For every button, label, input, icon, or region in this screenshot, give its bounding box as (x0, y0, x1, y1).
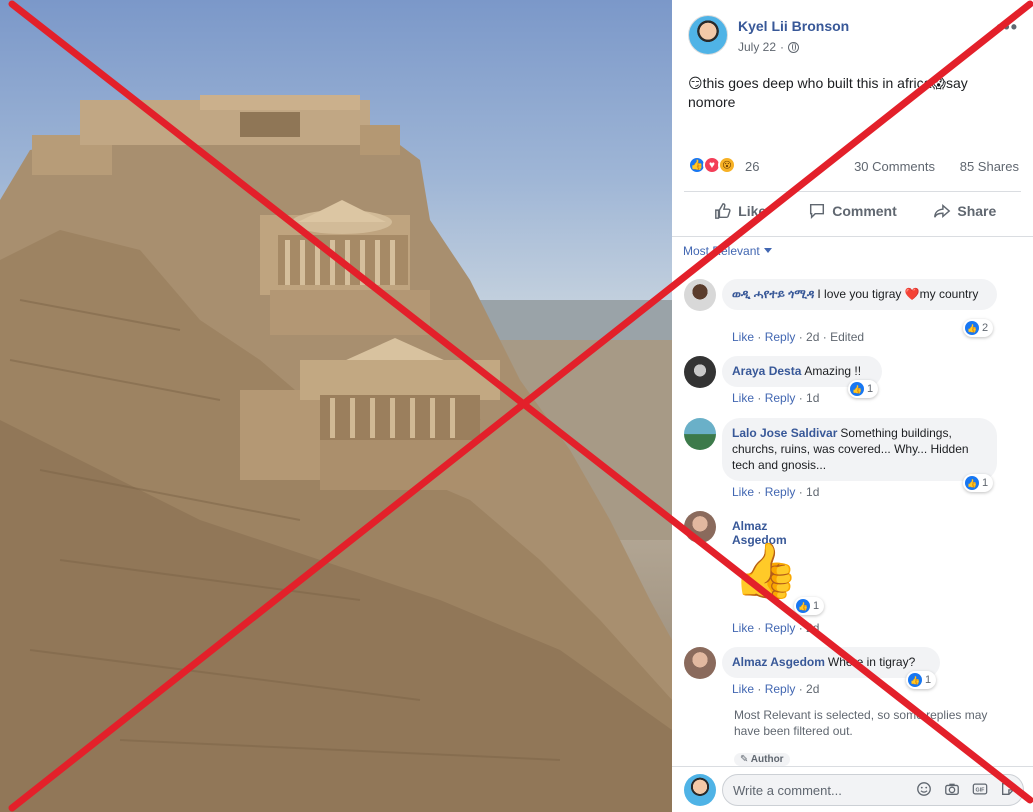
share-button[interactable]: Share (909, 192, 1021, 227)
thumbs-up-sticker[interactable]: 👍 (732, 539, 799, 603)
comment-like-badge[interactable]: 👍 1 (794, 597, 825, 615)
comment-like-link[interactable]: Like (732, 330, 754, 344)
comment-reply-link[interactable]: Reply (765, 485, 796, 499)
comment-time[interactable]: 1d (806, 485, 819, 499)
camera-icon[interactable] (943, 780, 961, 798)
comment-meta: Like · Reply · 1d (732, 391, 820, 405)
comment-like-count: 1 (925, 674, 932, 686)
comments-count[interactable]: 30 Comments (854, 159, 935, 174)
caret-down-icon (763, 248, 772, 253)
sticker-icon[interactable] (999, 780, 1017, 798)
comment-like-count: 1 (867, 383, 874, 395)
post-actions: Like Comment Share (684, 191, 1021, 227)
comment-like-count: 1 (982, 477, 989, 489)
more-options-icon[interactable]: ••• (996, 17, 1018, 38)
wow-reaction-icon: 😮 (718, 156, 736, 174)
comment-like-badge[interactable]: 👍 1 (963, 474, 994, 492)
comment-icon (810, 203, 825, 219)
reaction-icons[interactable]: 👍 ♥ 😮 (688, 156, 736, 174)
comment-text: Amazing !! (804, 364, 862, 378)
comment-edited: Edited (830, 330, 865, 344)
comment-like-link[interactable]: Like (732, 682, 754, 696)
comment-like-badge[interactable]: 👍 2 (963, 319, 994, 337)
comment-reply-link[interactable]: Reply (765, 391, 796, 405)
comment-like-link[interactable]: Like (732, 391, 754, 405)
comment-like-link[interactable]: Like (732, 485, 754, 499)
post-photo[interactable] (0, 0, 672, 812)
comment-reply-link[interactable]: Reply (765, 682, 796, 696)
like-button[interactable]: Like (684, 192, 796, 227)
comment-button[interactable]: Comment (796, 192, 908, 227)
comment-meta: Like · Reply · 2d (732, 682, 820, 696)
comment-like-count: 1 (813, 600, 820, 612)
thumbs-up-icon (715, 202, 731, 219)
comment-time[interactable]: 2d (806, 621, 819, 635)
author-tag: ✎ Author (734, 753, 790, 766)
mini-like-icon: 👍 (908, 673, 922, 687)
viewer-avatar[interactable] (684, 774, 716, 806)
author-tag-label: Author (750, 754, 784, 765)
comments-section[interactable]: Most Relevant ወዲ ሓየተይ ጎሚዳ I love you tigr… (672, 236, 1033, 766)
comment-reply-link[interactable]: Reply (765, 621, 796, 635)
commenter-avatar[interactable] (684, 279, 716, 311)
share-icon (934, 203, 951, 218)
comment-time[interactable]: 2d (806, 682, 819, 696)
globe-icon (788, 41, 800, 53)
svg-text:GIF: GIF (976, 788, 986, 794)
reactions-summary: 👍 ♥ 😮 26 30 Comments 85 Shares (688, 156, 1019, 176)
comment-like-badge[interactable]: 👍 1 (848, 380, 879, 398)
commenter-name[interactable]: Araya Desta (732, 364, 801, 378)
comment-label: Comment (832, 202, 897, 219)
comment-time[interactable]: 2d (806, 330, 819, 344)
comment-bubble: ወዲ ሓየተይ ጎሚዳ I love you tigray ❤️my countr… (722, 279, 997, 310)
comment-reply-link[interactable]: Reply (765, 330, 796, 344)
mini-like-icon: 👍 (965, 476, 979, 490)
shares-count[interactable]: 85 Shares (960, 159, 1019, 174)
comment-meta: Like · Reply · 1d (732, 485, 820, 499)
commenter-avatar[interactable] (684, 418, 716, 450)
like-label: Like (738, 202, 767, 219)
commenter-avatar[interactable] (684, 356, 716, 388)
comment-meta: Like · Reply · 2d (732, 621, 820, 635)
comment-text: I love you tigray ❤️my country (817, 287, 979, 301)
commenter-name[interactable]: ወዲ ሓየተይ ጎሚዳ (732, 287, 814, 301)
comment-like-link[interactable]: Like (732, 621, 754, 635)
gif-icon[interactable]: GIF (971, 780, 989, 798)
sort-dropdown[interactable]: Most Relevant (683, 244, 772, 258)
comment-bubble: Lalo Jose Saldivar Something buildings, c… (722, 418, 997, 481)
author-name[interactable]: Kyel Lii Bronson (738, 18, 849, 34)
post-date-text[interactable]: July 22 (738, 40, 776, 54)
post-header: Kyel Lii Bronson July 22 · ••• (688, 15, 1018, 55)
emoji-icon[interactable] (915, 780, 933, 798)
comment-like-badge[interactable]: 👍 1 (906, 671, 937, 689)
comment-meta: Like · Reply · 2d · Edited (732, 330, 865, 344)
mini-like-icon: 👍 (850, 382, 864, 396)
comment-time[interactable]: 1d (806, 391, 819, 405)
mini-like-icon: 👍 (965, 321, 979, 335)
post-panel: Kyel Lii Bronson July 22 · ••• 😏this goe… (672, 0, 1033, 812)
commenter-avatar[interactable] (684, 511, 716, 543)
comment-text: Where in tigray? (827, 655, 916, 669)
sort-label: Most Relevant (683, 244, 760, 258)
comment-like-count: 2 (982, 322, 989, 334)
commenter-avatar[interactable] (684, 647, 716, 679)
post-text: 😏this goes deep who built this in africa… (688, 75, 968, 110)
commenter-name[interactable]: Lalo Jose Saldivar (732, 426, 837, 440)
mountain-fortress-image (0, 95, 672, 812)
composer-icons: GIF (915, 780, 1017, 798)
commenter-name[interactable]: Almaz Asgedom (732, 655, 825, 669)
reaction-count[interactable]: 26 (745, 159, 759, 174)
comment-input-placeholder: Write a comment... (733, 783, 842, 798)
filter-note: Most Relevant is selected, so some repli… (734, 708, 988, 738)
author-avatar[interactable] (688, 15, 728, 55)
post-timestamp: July 22 · (738, 40, 800, 54)
share-label: Share (957, 202, 997, 219)
comment-composer: Write a comment... GIF (672, 766, 1033, 812)
mini-like-icon: 👍 (796, 599, 810, 613)
